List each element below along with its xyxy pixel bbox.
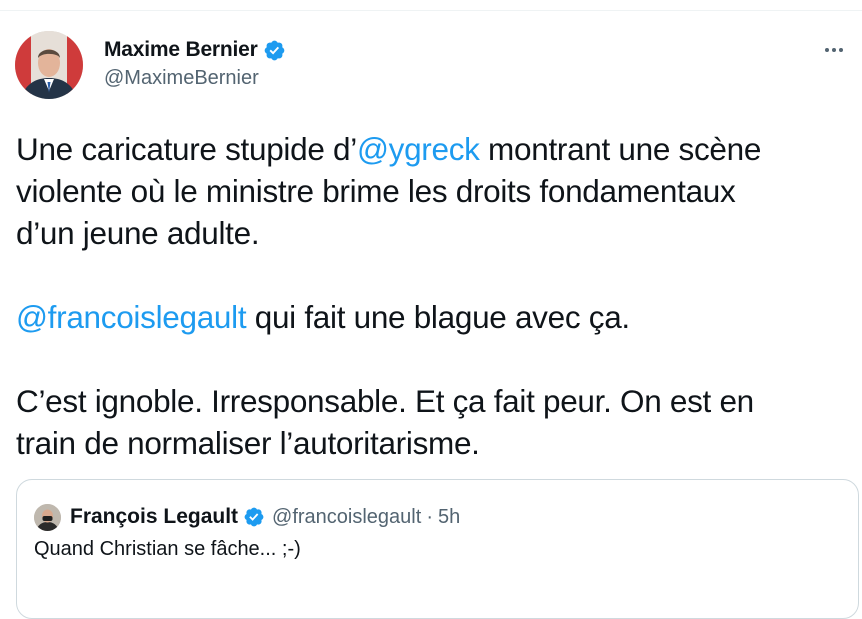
quoted-tweet-timestamp[interactable]: 5h — [438, 506, 460, 529]
verified-badge-icon — [264, 40, 284, 60]
quoted-tweet-text: Quand Christian se fâche... ;-) — [34, 538, 301, 560]
verified-badge-icon — [244, 507, 264, 527]
more-dot — [825, 48, 829, 52]
tweet-line: Une caricature stupide d’@ygreck montran… — [16, 128, 862, 170]
tweet-text-segment: montrant une scène — [479, 131, 762, 167]
quoted-tweet-header: François Legault @francoislegault · 5h — [34, 503, 460, 531]
quoted-author-display-name[interactable]: François Legault — [70, 505, 238, 529]
tweet-line: train de normaliser l’autoritarisme. — [16, 425, 480, 461]
more-dot — [832, 48, 836, 52]
quoted-author-avatar[interactable] — [34, 503, 61, 531]
quoted-tweet-card[interactable]: François Legault @francoislegault · 5h Q… — [16, 479, 859, 619]
author-avatar-image — [15, 31, 83, 99]
more-dot — [839, 48, 843, 52]
top-divider — [0, 10, 862, 11]
mention-link-francoislegault[interactable]: @francoislegault — [16, 299, 247, 335]
more-options-icon[interactable] — [816, 36, 852, 64]
tweet-text-segment: Une caricature stupide d’ — [16, 131, 357, 167]
author-block: Maxime Bernier @MaximeBernier — [104, 36, 286, 90]
author-avatar[interactable] — [15, 31, 83, 99]
quoted-author-avatar-image — [34, 503, 61, 531]
tweet-line: violente où le ministre brime les droits… — [16, 173, 736, 209]
tweet-line: @francoislegault qui fait une blague ave… — [16, 296, 862, 338]
author-handle[interactable]: @MaximeBernier — [104, 67, 286, 90]
author-display-name[interactable]: Maxime Bernier — [104, 38, 258, 62]
tweet-body: Une caricature stupide d’@ygreck montran… — [16, 128, 862, 464]
quoted-author-handle[interactable]: @francoislegault — [272, 506, 421, 529]
mention-link-ygreck[interactable]: @ygreck — [357, 131, 480, 167]
dot-separator: · — [426, 505, 433, 528]
tweet-line: d’un jeune adulte. — [16, 215, 260, 251]
tweet-text-segment: qui fait une blague avec ça. — [246, 299, 630, 335]
tweet-line: C’est ignoble. Irresponsable. Et ça fait… — [16, 383, 754, 419]
